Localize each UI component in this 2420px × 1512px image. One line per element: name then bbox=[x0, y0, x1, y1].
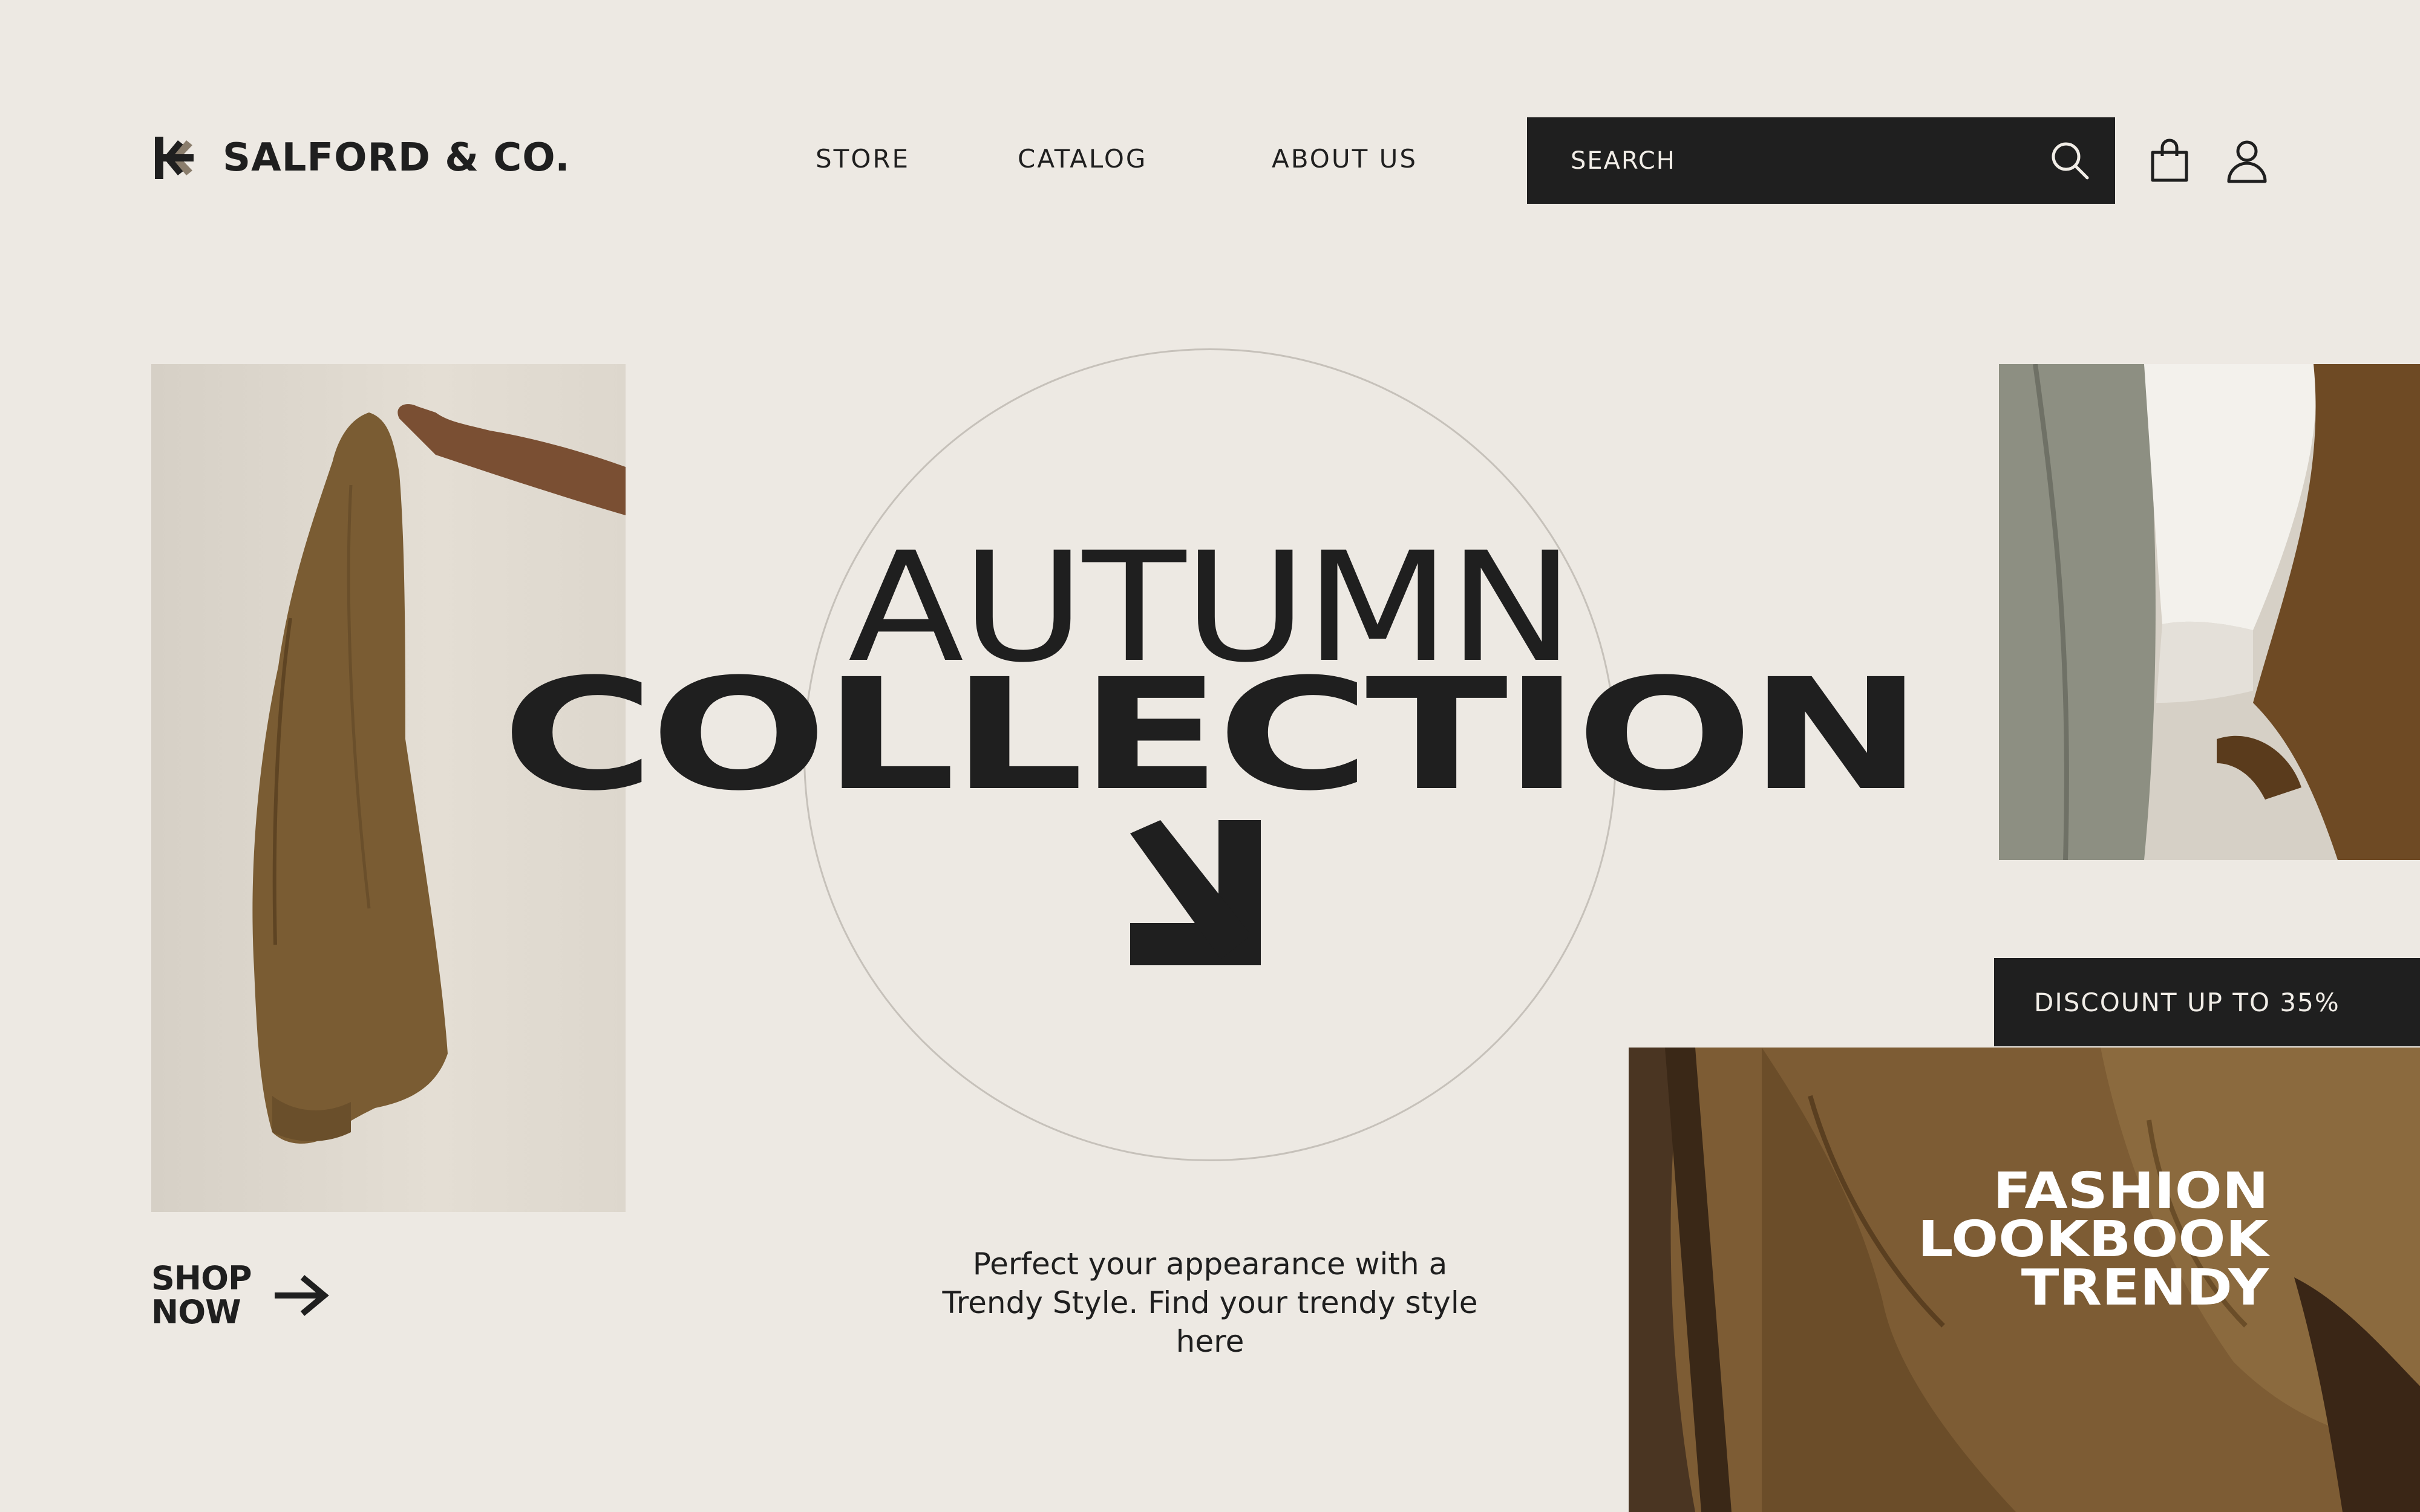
nav-about-us[interactable]: ABOUT US bbox=[1272, 144, 1418, 174]
shopping-bag-icon[interactable] bbox=[2148, 138, 2191, 184]
lookbook-line-1: FASHION bbox=[1993, 1162, 2269, 1220]
lookbook-line-3: TRENDY bbox=[2021, 1259, 2269, 1317]
hero-title-collection: COLLECTION bbox=[501, 645, 1923, 824]
shop-now-label: SHOP NOW bbox=[151, 1259, 252, 1331]
search-icon[interactable] bbox=[2049, 139, 2091, 181]
user-icon[interactable] bbox=[2225, 138, 2269, 184]
arrow-right-icon bbox=[275, 1275, 329, 1316]
nav-store[interactable]: STORE bbox=[816, 144, 910, 174]
nav-catalog[interactable]: CATALOG bbox=[1018, 144, 1147, 174]
brand-name: SALFORD & CO. bbox=[223, 135, 571, 180]
lookbook-line-2: LOOKBOOK bbox=[1918, 1211, 2269, 1268]
asterisk-logo-icon bbox=[155, 137, 194, 179]
lookbook-headline[interactable]: FASHION LOOKBOOK TRENDY bbox=[1918, 1167, 2269, 1313]
brand-logo[interactable]: SALFORD & CO. bbox=[151, 133, 571, 183]
shop-now-link[interactable]: SHOP NOW bbox=[151, 1262, 330, 1329]
arrow-down-right-icon[interactable] bbox=[1130, 820, 1261, 965]
discount-badge[interactable]: DISCOUNT UP TO 35% bbox=[1994, 958, 2420, 1046]
search-bar bbox=[1527, 117, 2115, 204]
hero-tagline: Perfect your appearance with a Trendy St… bbox=[942, 1246, 1478, 1359]
search-input[interactable] bbox=[1571, 139, 2030, 183]
